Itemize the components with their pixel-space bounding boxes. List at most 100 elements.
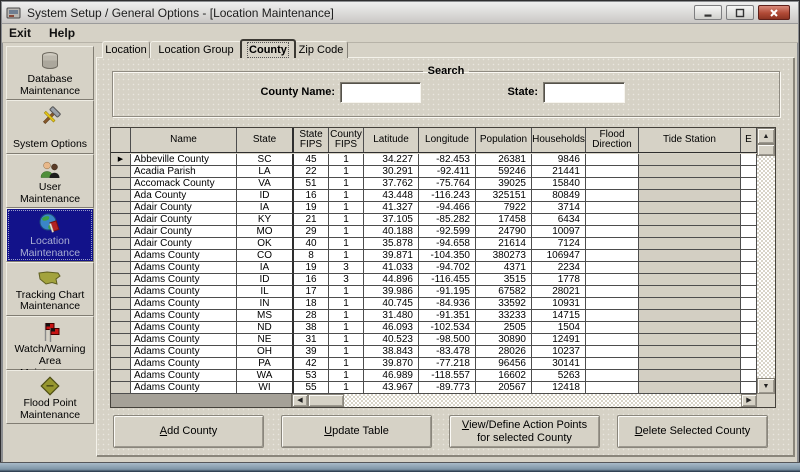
cell-longitude[interactable]: -75.764	[419, 178, 476, 190]
cell-households[interactable]: 7124	[532, 238, 586, 250]
cell-state[interactable]: KY	[237, 214, 294, 226]
cell-longitude[interactable]: -116.243	[419, 190, 476, 202]
cell-state-fips[interactable]: 53	[294, 370, 329, 382]
sidebar-item-database-maintenance[interactable]: Database Maintenance	[6, 46, 94, 100]
cell-name[interactable]: Adams County	[131, 382, 237, 394]
sidebar-item-watch-warning-area-maintenance[interactable]: Watch/Warning Area Maintenance	[6, 316, 94, 370]
cell-e[interactable]	[741, 154, 757, 166]
cell-name[interactable]: Ada County	[131, 190, 237, 202]
table-row[interactable]: Adams CountyMS28131.480-91.3513323314715	[111, 310, 757, 322]
cell-longitude[interactable]: -94.466	[419, 202, 476, 214]
cell-flood-direction[interactable]	[586, 166, 639, 178]
horizontal-scroll-thumb[interactable]	[308, 394, 344, 407]
cell-name[interactable]: Adams County	[131, 370, 237, 382]
table-row[interactable]: Adams CountyIN18140.745-84.9363359210931	[111, 298, 757, 310]
cell-state-fips[interactable]: 19	[294, 262, 329, 274]
cell-longitude[interactable]: -98.500	[419, 334, 476, 346]
cell-latitude[interactable]: 43.448	[364, 190, 419, 202]
cell-longitude[interactable]: -94.702	[419, 262, 476, 274]
cell-name[interactable]: Adams County	[131, 298, 237, 310]
cell-county-fips[interactable]: 1	[329, 382, 364, 394]
cell-tide-station[interactable]	[639, 298, 741, 310]
cell-households[interactable]: 12491	[532, 334, 586, 346]
cell-name[interactable]: Adair County	[131, 214, 237, 226]
row-selector[interactable]	[111, 202, 131, 214]
cell-tide-station[interactable]	[639, 322, 741, 334]
cell-name[interactable]: Adams County	[131, 322, 237, 334]
cell-population[interactable]: 24790	[476, 226, 532, 238]
row-selector[interactable]	[111, 298, 131, 310]
cell-name[interactable]: Adair County	[131, 226, 237, 238]
county-name-input[interactable]	[340, 82, 421, 103]
cell-state[interactable]: VA	[237, 178, 294, 190]
cell-tide-station[interactable]	[639, 238, 741, 250]
cell-latitude[interactable]: 40.745	[364, 298, 419, 310]
cell-population[interactable]: 59246	[476, 166, 532, 178]
cell-flood-direction[interactable]	[586, 334, 639, 346]
cell-state-fips[interactable]: 29	[294, 226, 329, 238]
column-header-state[interactable]: State	[237, 128, 294, 152]
cell-state-fips[interactable]: 51	[294, 178, 329, 190]
cell-state-fips[interactable]: 8	[294, 250, 329, 262]
cell-longitude[interactable]: -77.218	[419, 358, 476, 370]
cell-population[interactable]: 30890	[476, 334, 532, 346]
cell-e[interactable]	[741, 226, 757, 238]
cell-population[interactable]: 21614	[476, 238, 532, 250]
cell-latitude[interactable]: 46.093	[364, 322, 419, 334]
table-row[interactable]: Adams CountyWA53146.989-118.557166025263	[111, 370, 757, 382]
cell-county-fips[interactable]: 1	[329, 286, 364, 298]
cell-county-fips[interactable]: 1	[329, 358, 364, 370]
cell-name[interactable]: Adams County	[131, 262, 237, 274]
cell-households[interactable]: 10931	[532, 298, 586, 310]
table-row[interactable]: Accomack CountyVA51137.762-75.7643902515…	[111, 178, 757, 190]
cell-latitude[interactable]: 39.871	[364, 250, 419, 262]
cell-flood-direction[interactable]	[586, 382, 639, 394]
minimize-button[interactable]	[694, 5, 722, 20]
cell-e[interactable]	[741, 322, 757, 334]
sidebar-item-location-maintenance[interactable]: Location Maintenance	[6, 208, 94, 262]
tab-location[interactable]: Location	[102, 41, 150, 58]
cell-longitude[interactable]: -92.411	[419, 166, 476, 178]
cell-state[interactable]: WI	[237, 382, 294, 394]
cell-longitude[interactable]: -89.773	[419, 382, 476, 394]
table-row[interactable]: Adams CountyOH39138.843-83.4782802610237	[111, 346, 757, 358]
table-row[interactable]: Adams CountyND38146.093-102.53425051504	[111, 322, 757, 334]
cell-county-fips[interactable]: 1	[329, 166, 364, 178]
cell-flood-direction[interactable]	[586, 286, 639, 298]
cell-e[interactable]	[741, 298, 757, 310]
scroll-down-button[interactable]: ▼	[757, 378, 775, 394]
cell-tide-station[interactable]	[639, 274, 741, 286]
cell-tide-station[interactable]	[639, 310, 741, 322]
scroll-right-button[interactable]: ▶	[741, 394, 757, 407]
table-row[interactable]: ▶Abbeville CountySC45134.227-82.45326381…	[111, 154, 757, 166]
cell-state[interactable]: ND	[237, 322, 294, 334]
row-selector[interactable]	[111, 370, 131, 382]
cell-longitude[interactable]: -118.557	[419, 370, 476, 382]
cell-tide-station[interactable]	[639, 334, 741, 346]
cell-state[interactable]: WA	[237, 370, 294, 382]
cell-tide-station[interactable]	[639, 178, 741, 190]
cell-population[interactable]: 20567	[476, 382, 532, 394]
scroll-up-button[interactable]: ▲	[757, 128, 775, 144]
cell-population[interactable]: 17458	[476, 214, 532, 226]
cell-tide-station[interactable]	[639, 214, 741, 226]
cell-latitude[interactable]: 38.843	[364, 346, 419, 358]
cell-households[interactable]: 21441	[532, 166, 586, 178]
cell-population[interactable]: 28026	[476, 346, 532, 358]
state-input[interactable]	[543, 82, 625, 103]
cell-county-fips[interactable]: 1	[329, 346, 364, 358]
cell-households[interactable]: 3714	[532, 202, 586, 214]
cell-population[interactable]: 33233	[476, 310, 532, 322]
cell-population[interactable]: 39025	[476, 178, 532, 190]
cell-population[interactable]: 26381	[476, 154, 532, 166]
cell-county-fips[interactable]: 1	[329, 214, 364, 226]
row-selector[interactable]	[111, 238, 131, 250]
menu-item-exit[interactable]: Exit	[9, 26, 31, 40]
cell-name[interactable]: Abbeville County	[131, 154, 237, 166]
row-selector[interactable]	[111, 250, 131, 262]
cell-latitude[interactable]: 44.896	[364, 274, 419, 286]
table-row[interactable]: Adams CountyWI55143.967-89.7732056712418	[111, 382, 757, 394]
column-header-longitude[interactable]: Longitude	[419, 128, 476, 152]
cell-state-fips[interactable]: 28	[294, 310, 329, 322]
cell-latitude[interactable]: 39.986	[364, 286, 419, 298]
